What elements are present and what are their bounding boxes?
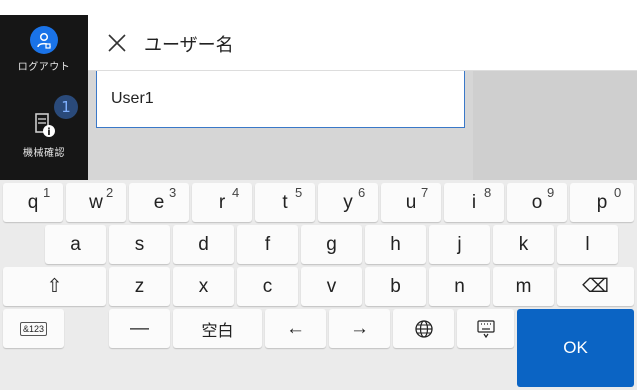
key-f[interactable]: f — [237, 225, 298, 264]
machine-info-icon: i — [29, 110, 59, 142]
space-key[interactable]: 空白 — [173, 309, 262, 348]
key-m[interactable]: m — [493, 267, 554, 306]
key-d[interactable]: d — [173, 225, 234, 264]
machine-check-button[interactable]: i 機械確認 — [0, 110, 88, 159]
on-screen-keyboard: q 1 w 2 e 3 r 4 t 5 y 6 u 7 i 8 o 9 p 0 … — [0, 180, 637, 390]
left-arrow-key[interactable]: ← — [265, 309, 326, 348]
arrow-left-icon: ← — [286, 317, 305, 339]
logout-label: ログアウト — [17, 62, 71, 73]
key-s[interactable]: s — [109, 225, 170, 264]
key-q[interactable]: q 1 — [3, 183, 63, 222]
key-v[interactable]: v — [301, 267, 362, 306]
username-field[interactable]: User1 — [96, 71, 465, 128]
page-title: ユーザー名 — [144, 35, 234, 56]
hide-keyboard-key[interactable] — [457, 309, 514, 348]
key-c[interactable]: c — [237, 267, 298, 306]
key-x[interactable]: x — [173, 267, 234, 306]
dash-key[interactable]: — — [109, 309, 170, 348]
key-k[interactable]: k — [493, 225, 554, 264]
input-panel-right — [473, 71, 637, 180]
rail-top-strip — [0, 0, 88, 15]
backspace-icon: ⌫ — [582, 276, 609, 297]
key-u[interactable]: u 7 — [381, 183, 441, 222]
mode-switch-key[interactable]: &123 — [3, 309, 64, 348]
key-n[interactable]: n — [429, 267, 490, 306]
key-o[interactable]: o 9 — [507, 183, 567, 222]
close-icon — [108, 34, 126, 52]
key-j[interactable]: j — [429, 225, 490, 264]
key-e[interactable]: e 3 — [129, 183, 189, 222]
svg-text:i: i — [47, 127, 50, 138]
shift-key[interactable]: ⇧ — [3, 267, 106, 306]
key-a[interactable]: a — [45, 225, 106, 264]
ok-button[interactable]: OK — [517, 309, 634, 387]
mode-switch-label: &123 — [19, 321, 48, 336]
user-icon — [30, 26, 58, 54]
key-p[interactable]: p 0 — [570, 183, 634, 222]
logout-button[interactable]: ログアウト — [0, 26, 88, 73]
backspace-key[interactable]: ⌫ — [557, 267, 634, 306]
key-t[interactable]: t 5 — [255, 183, 315, 222]
key-z[interactable]: z — [109, 267, 170, 306]
key-w[interactable]: w 2 — [66, 183, 126, 222]
language-key[interactable] — [393, 309, 454, 348]
header-bar: ユーザー名 — [88, 15, 637, 71]
close-button[interactable] — [104, 30, 130, 56]
right-arrow-key[interactable]: → — [329, 309, 390, 348]
shift-icon: ⇧ — [46, 276, 63, 297]
keyboard-hide-icon — [476, 319, 495, 338]
key-i[interactable]: i 8 — [444, 183, 504, 222]
key-b[interactable]: b — [365, 267, 426, 306]
key-r[interactable]: r 4 — [192, 183, 252, 222]
machine-check-label: 機械確認 — [23, 148, 65, 159]
key-g[interactable]: g — [301, 225, 362, 264]
key-l[interactable]: l — [557, 225, 618, 264]
key-h[interactable]: h — [365, 225, 426, 264]
key-y[interactable]: y 6 — [318, 183, 378, 222]
globe-icon — [414, 319, 433, 338]
arrow-right-icon: → — [350, 317, 369, 339]
